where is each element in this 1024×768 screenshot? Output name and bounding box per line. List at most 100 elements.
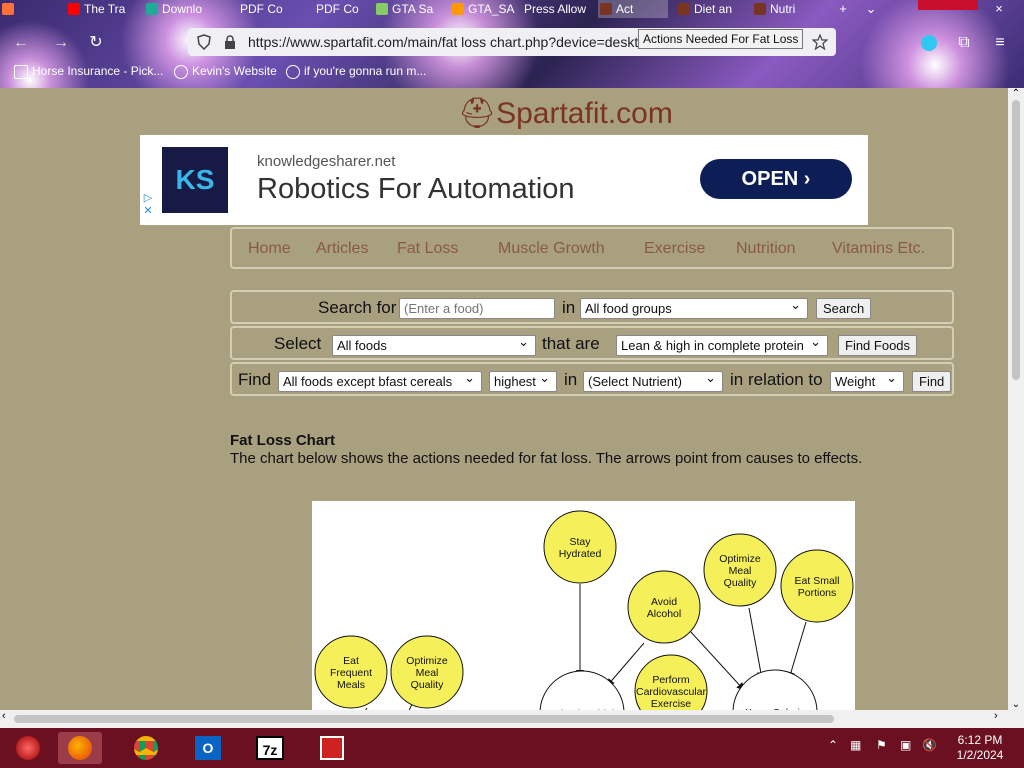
- ad-choices-icon[interactable]: ▷ ✕: [140, 191, 156, 225]
- site-logo[interactable]: ⛑Spartafit.com: [458, 96, 673, 131]
- menu-nutrition[interactable]: Nutrition: [736, 240, 796, 258]
- tab-6[interactable]: GTA_SA: [450, 0, 520, 18]
- find-label: Find: [238, 370, 272, 389]
- scroll-left-icon[interactable]: ‹: [2, 710, 6, 722]
- ad-open-button[interactable]: OPEN ›: [700, 159, 852, 199]
- select-label: Select: [274, 334, 322, 353]
- diagram-node-eat-small-portions: Eat SmallPortions: [780, 549, 854, 623]
- food-group-select[interactable]: All food groups: [580, 298, 808, 319]
- taskbar: O 7z ⌃ ▦ ⚑ ▣ 🔇 6:12 PM 1/2/2024: [0, 728, 1024, 768]
- node-label: Eat Small: [795, 575, 840, 587]
- menu-exercise[interactable]: Exercise: [644, 240, 705, 258]
- tab-2[interactable]: Downlo: [144, 0, 214, 18]
- diagram-node-keep-caloric: Keep Caloric: [732, 669, 818, 710]
- menu-muscle-growth[interactable]: Muscle Growth: [498, 240, 605, 258]
- scroll-thumb[interactable]: [1012, 100, 1020, 380]
- tab-3[interactable]: PDF Co: [222, 0, 294, 18]
- bookmark-3[interactable]: if you're gonna run m...: [286, 64, 426, 79]
- node-circle: [539, 670, 625, 710]
- list-tabs-icon[interactable]: ⌄: [862, 0, 880, 18]
- bookmarks-bar: Horse Insurance - Pick... Kevin's Websit…: [0, 62, 1024, 84]
- lock-icon[interactable]: [222, 34, 238, 50]
- system-clock[interactable]: 6:12 PM 1/2/2024: [950, 733, 1010, 763]
- scroll-thumb-horizontal[interactable]: [14, 715, 834, 723]
- outlook-taskbar-icon[interactable]: O: [186, 732, 230, 764]
- bookmark-icon: [14, 65, 28, 79]
- tab-1[interactable]: The Tra: [66, 0, 140, 18]
- chrome-taskbar-icon[interactable]: [124, 732, 168, 764]
- find-foods-button[interactable]: Find Foods: [838, 335, 918, 356]
- edge: [787, 621, 807, 680]
- order-select[interactable]: highest: [489, 371, 557, 392]
- node-label: Meals: [337, 679, 365, 691]
- search-button[interactable]: Search: [816, 298, 872, 319]
- find-button[interactable]: Find: [912, 371, 952, 392]
- firefox-taskbar-icon[interactable]: [58, 732, 102, 764]
- tab-9[interactable]: Diet an: [676, 0, 746, 18]
- tab-tooltip: Actions Needed For Fat Loss: [638, 29, 804, 49]
- site-icon: [146, 3, 158, 15]
- ad-logo[interactable]: KS: [162, 147, 228, 213]
- node-label: Cardiovascular: [636, 686, 707, 698]
- app-taskbar-icon[interactable]: [310, 732, 354, 764]
- account-icon[interactable]: [918, 32, 940, 54]
- tab-active[interactable]: Act: [598, 0, 668, 18]
- volume-icon[interactable]: 🔇: [922, 738, 937, 752]
- foods-select[interactable]: All foods: [332, 335, 536, 356]
- nutrient-select[interactable]: (Select Nutrient): [583, 371, 723, 392]
- shield-icon[interactable]: [196, 34, 212, 50]
- tab-7[interactable]: Press Allow: [520, 0, 592, 18]
- tab-4[interactable]: PDF Co: [298, 0, 368, 18]
- foods-except-select[interactable]: All foods except bfast cereals: [278, 371, 482, 392]
- diagram-node-avoid-alcohol: AvoidAlcohol: [627, 570, 701, 644]
- search-label: Search for: [318, 298, 397, 317]
- ad-headline[interactable]: Robotics For Automation: [257, 173, 575, 206]
- scroll-up-icon[interactable]: ⌃: [1008, 88, 1024, 99]
- food-search-input[interactable]: [399, 298, 555, 319]
- that-are-label: that are: [542, 334, 600, 353]
- globe-icon: [174, 65, 188, 79]
- menu-fat-loss[interactable]: Fat Loss: [397, 240, 458, 258]
- network-icon[interactable]: ▦: [850, 738, 861, 752]
- bookmark-1[interactable]: Horse Insurance - Pick...: [14, 64, 163, 79]
- close-icon[interactable]: ×: [990, 0, 1008, 18]
- ad-domain[interactable]: knowledgesharer.net: [257, 153, 395, 170]
- criteria-select[interactable]: Lean & high in complete protein: [616, 335, 828, 356]
- menu-vitamins[interactable]: Vitamins Etc.: [832, 240, 925, 258]
- diagram-node-perform-cardio: PerformCardiovascularExercise: [634, 654, 708, 710]
- 7zip-taskbar-icon[interactable]: 7z: [248, 732, 292, 764]
- basis-select[interactable]: Weight: [830, 371, 904, 392]
- back-icon[interactable]: ←: [10, 32, 32, 54]
- node-label: Frequent: [330, 667, 372, 679]
- bookmark-2[interactable]: Kevin's Website: [174, 64, 277, 79]
- vertical-scrollbar[interactable]: ⌃ ⌄: [1008, 88, 1024, 710]
- tab-5[interactable]: GTA Sa: [374, 0, 444, 18]
- search-row: Search for in All food groups Search: [230, 290, 954, 324]
- diagram-node-optimize-meal-quality-1: OptimizeMealQuality: [703, 533, 777, 607]
- horizontal-scrollbar[interactable]: ‹ ›: [0, 710, 1024, 728]
- menu-home[interactable]: Home: [248, 240, 291, 258]
- advertisement-banner[interactable]: KS knowledgesharer.net Robotics For Auto…: [140, 135, 868, 225]
- forward-icon[interactable]: →: [50, 32, 72, 54]
- main-menu: Home Articles Fat Loss Muscle Growth Exe…: [230, 227, 954, 269]
- reload-icon[interactable]: ↻: [85, 32, 107, 54]
- node-label: Alcohol: [647, 608, 681, 620]
- browser-chrome: The Tra Downlo PDF Co PDF Co GTA Sa GTA_…: [0, 0, 1024, 88]
- extensions-icon[interactable]: ⧉: [953, 32, 975, 54]
- spartan-helmet-icon: ⛑: [458, 97, 497, 130]
- start-button[interactable]: [6, 732, 50, 764]
- display-icon[interactable]: ▣: [900, 738, 911, 752]
- firefox-menu-icon[interactable]: [0, 0, 18, 18]
- tab-10[interactable]: Nutri: [752, 0, 818, 18]
- new-tab-icon[interactable]: +: [834, 0, 852, 18]
- scroll-down-icon[interactable]: ⌄: [1008, 699, 1024, 710]
- menu-icon[interactable]: ≡: [989, 32, 1011, 54]
- close-window-button[interactable]: [918, 0, 978, 10]
- show-hidden-icons[interactable]: ⌃: [828, 738, 838, 752]
- page-description: The chart below shows the actions needed…: [230, 450, 863, 467]
- flag-icon[interactable]: ⚑: [876, 738, 887, 752]
- scroll-right-icon[interactable]: ›: [994, 710, 998, 722]
- spartafit-icon: [600, 3, 612, 15]
- star-icon[interactable]: [812, 34, 828, 50]
- menu-articles[interactable]: Articles: [316, 240, 368, 258]
